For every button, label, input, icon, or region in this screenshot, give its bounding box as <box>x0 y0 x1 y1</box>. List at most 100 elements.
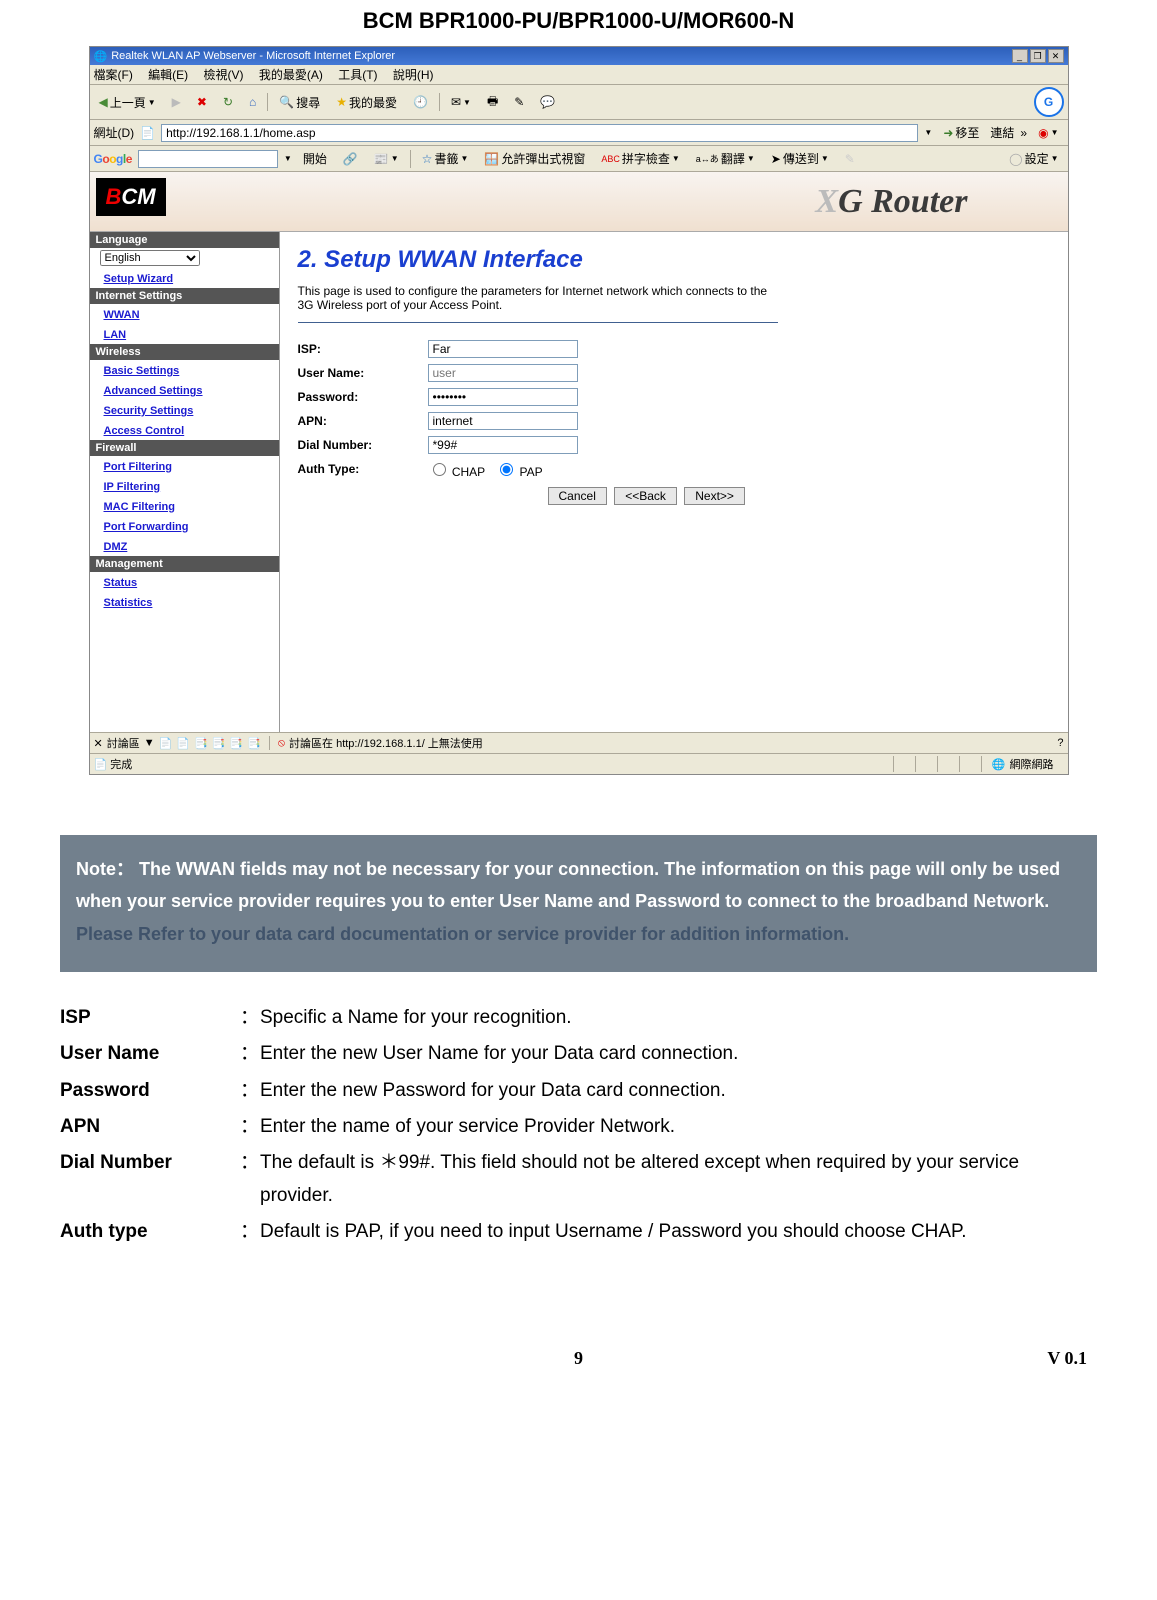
definitions: ISP ： Specific a Name for your recogniti… <box>60 1002 1097 1248</box>
sidebar-port-forwarding[interactable]: Port Forwarding <box>104 521 189 533</box>
home-icon: ⌂ <box>249 95 256 109</box>
done-icon: 📄 <box>94 759 108 771</box>
menu-edit[interactable]: 編輯(E) <box>148 68 188 82</box>
menu-tools[interactable]: 工具(T) <box>338 68 377 82</box>
google-logo: Google <box>94 152 132 166</box>
sidebar-lan[interactable]: LAN <box>104 329 127 341</box>
go-label: 移至 <box>955 124 979 141</box>
auth-label: Auth Type: <box>298 462 428 476</box>
favorites-label: 我的最愛 <box>349 94 397 111</box>
sidebar-port-filtering[interactable]: Port Filtering <box>104 461 172 473</box>
username-input[interactable] <box>428 364 578 382</box>
google-translate-button[interactable]: a↔あ翻譯▼ <box>691 148 760 169</box>
ie-icon: 🌐 <box>94 50 108 63</box>
snagit-button[interactable]: ◉▼ <box>1033 124 1063 142</box>
star-icon: ★ <box>336 95 347 109</box>
language-select[interactable]: English <box>100 250 200 266</box>
def-term: Auth type <box>60 1216 240 1248</box>
maximize-button[interactable]: ❐ <box>1030 49 1046 63</box>
sidebar-access-control[interactable]: Access Control <box>104 425 185 437</box>
discussion-help-icon[interactable]: ? <box>1057 737 1063 749</box>
google-spellcheck-button[interactable]: ABC拼字檢查▼ <box>596 148 684 169</box>
dial-input[interactable] <box>428 436 578 454</box>
address-dropdown-icon[interactable]: ▼ <box>924 128 932 137</box>
next-button[interactable]: Next>> <box>684 487 745 505</box>
links-label[interactable]: 連結 <box>990 124 1014 141</box>
isp-input[interactable] <box>428 340 578 358</box>
back-button-wizard[interactable]: <<Back <box>614 487 677 505</box>
auth-chap-radio[interactable] <box>433 463 446 476</box>
google-start-button[interactable]: 開始 <box>298 148 332 169</box>
close-button[interactable]: ✕ <box>1048 49 1064 63</box>
google-highlight-button[interactable]: ✎ <box>840 150 860 168</box>
auth-chap-label: CHAP <box>452 465 485 479</box>
edit-button[interactable]: ✎ <box>509 93 529 111</box>
sidebar-head-wireless: Wireless <box>90 344 279 360</box>
password-input[interactable] <box>428 388 578 406</box>
search-button[interactable]: 🔍 搜尋 <box>274 92 325 113</box>
status-cell <box>893 756 915 772</box>
def-row: APN ： Enter the name of your service Pro… <box>60 1111 1097 1143</box>
status-cell <box>959 756 981 772</box>
dial-label: Dial Number: <box>298 438 428 452</box>
discussion-msg: 討論區在 http://192.168.1.1/ 上無法使用 <box>289 735 483 751</box>
discussion-icon-2[interactable]: 📄 <box>176 737 190 750</box>
refresh-button[interactable]: ↻ <box>218 93 238 111</box>
mail-button[interactable]: ✉▼ <box>446 93 476 111</box>
history-button[interactable]: 🕘 <box>408 93 433 111</box>
sidebar-dmz[interactable]: DMZ <box>104 541 128 553</box>
discussion-icon-1[interactable]: 📄 <box>159 737 173 750</box>
home-button[interactable]: ⌂ <box>244 93 261 111</box>
go-button[interactable]: ➜ 移至 <box>938 122 984 143</box>
discussion-label[interactable]: 討論區 <box>107 735 140 751</box>
sidebar-advanced-settings[interactable]: Advanced Settings <box>104 385 203 397</box>
google-news-button[interactable]: 📰▼ <box>369 150 404 168</box>
menu-view[interactable]: 檢視(V) <box>204 68 244 82</box>
google-popup-button[interactable]: 🪟允許彈出式視窗 <box>479 148 590 169</box>
discussion-blocked-icon: ⦸ <box>278 737 285 750</box>
address-input[interactable] <box>161 124 918 142</box>
discuss-button[interactable]: 💬 <box>535 93 560 111</box>
forward-button[interactable]: ▶ <box>167 93 186 111</box>
sidebar-basic-settings[interactable]: Basic Settings <box>104 365 180 377</box>
auth-pap-radio[interactable] <box>500 463 513 476</box>
zone-label: 網際網路 <box>1010 756 1054 772</box>
sidebar-mac-filtering[interactable]: MAC Filtering <box>104 501 176 513</box>
bcm-logo: BCM <box>96 178 166 216</box>
password-label: Password: <box>298 390 428 404</box>
minimize-button[interactable]: _ <box>1012 49 1028 63</box>
google-settings-button[interactable]: ◯設定▼ <box>1004 148 1063 169</box>
def-term: User Name <box>60 1038 240 1070</box>
sidebar-ip-filtering[interactable]: IP Filtering <box>104 481 161 493</box>
def-row: User Name ： Enter the new User Name for … <box>60 1038 1097 1070</box>
cancel-button[interactable]: Cancel <box>548 487 607 505</box>
google-search-input[interactable] <box>138 150 278 168</box>
internet-zone-icon: 🌐 <box>992 758 1006 771</box>
sidebar-statistics[interactable]: Statistics <box>104 597 153 609</box>
def-row: ISP ： Specific a Name for your recogniti… <box>60 1002 1097 1034</box>
discussion-icon-6[interactable]: 📑 <box>247 737 261 750</box>
google-bookmarks-button[interactable]: ☆書籤▼ <box>417 148 474 169</box>
discussion-close-icon[interactable]: ✕ <box>94 737 103 750</box>
menu-help[interactable]: 說明(H) <box>393 68 434 82</box>
def-text: Enter the new User Name for your Data ca… <box>260 1038 1097 1070</box>
google-sendto-button[interactable]: ➤傳送到▼ <box>766 148 834 169</box>
router-main: 2. Setup WWAN Interface This page is use… <box>280 232 1068 732</box>
discussion-icon-3[interactable]: 📑 <box>194 737 208 750</box>
sidebar-setup-wizard[interactable]: Setup Wizard <box>104 273 174 285</box>
print-icon: 🖶 <box>487 92 498 113</box>
sidebar-security-settings[interactable]: Security Settings <box>104 405 194 417</box>
favorites-button[interactable]: ★ 我的最愛 <box>331 92 402 113</box>
sidebar-status[interactable]: Status <box>104 577 138 589</box>
google-share-button[interactable]: 🔗 <box>338 150 363 168</box>
menu-file[interactable]: 檔案(F) <box>94 68 133 82</box>
menu-favorites[interactable]: 我的最愛(A) <box>259 68 323 82</box>
sidebar: Language English Setup Wizard Internet S… <box>90 232 280 732</box>
stop-button[interactable]: ✖ <box>192 93 212 111</box>
apn-input[interactable] <box>428 412 578 430</box>
discussion-icon-4[interactable]: 📑 <box>212 737 226 750</box>
back-button[interactable]: ◀ 上一頁 ▼ <box>94 92 161 113</box>
sidebar-wwan[interactable]: WWAN <box>104 309 140 321</box>
print-button[interactable]: 🖶 <box>482 90 503 115</box>
discussion-icon-5[interactable]: 📑 <box>229 737 243 750</box>
